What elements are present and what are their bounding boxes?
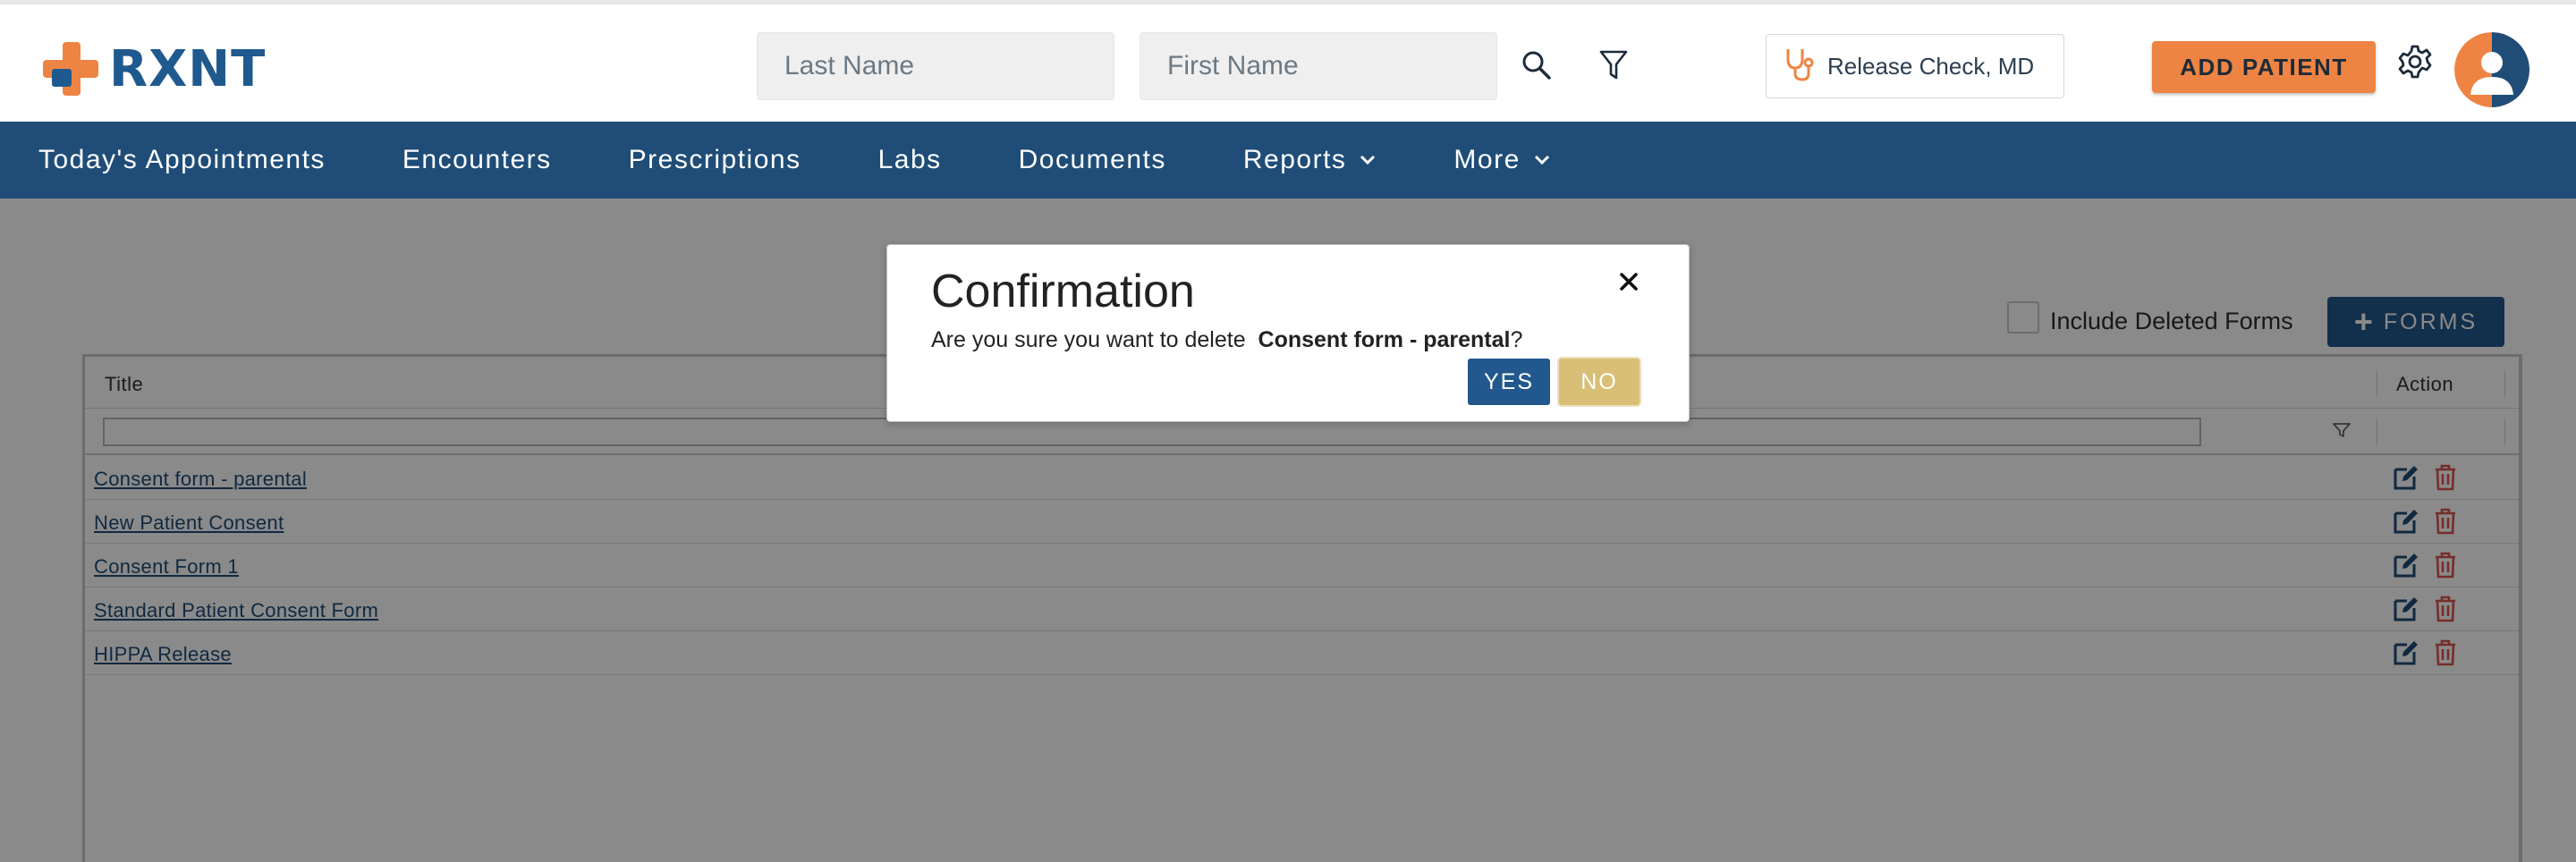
- stethoscope-icon: [1783, 46, 1815, 87]
- dialog-message: Are you sure you want to delete Consent …: [931, 327, 1522, 353]
- chevron-down-icon: [1360, 155, 1376, 165]
- nav-item-todays-appointments[interactable]: Today's Appointments: [38, 145, 326, 175]
- nav-item-documents[interactable]: Documents: [1019, 145, 1166, 175]
- dialog-target-name: Consent form - parental: [1258, 327, 1511, 352]
- first-name-input[interactable]: [1140, 32, 1497, 100]
- provider-selector[interactable]: Release Check, MD: [1766, 34, 2064, 98]
- chevron-down-icon: [1534, 155, 1549, 165]
- no-button[interactable]: NO: [1559, 359, 1640, 405]
- yes-button[interactable]: YES: [1468, 359, 1550, 405]
- gear-icon[interactable]: [2395, 42, 2435, 81]
- app-header: RXNT Release Check, MD ADD PATIENT: [0, 4, 2576, 122]
- nav-item-encounters[interactable]: Encounters: [402, 145, 552, 175]
- confirmation-dialog: Confirmation Are you sure you want to de…: [886, 244, 1690, 422]
- logo-cross-icon: [43, 42, 98, 96]
- close-icon[interactable]: [1614, 266, 1644, 297]
- nav-item-more[interactable]: More: [1453, 145, 1550, 175]
- rxnt-logo[interactable]: RXNT: [41, 37, 266, 101]
- search-icon[interactable]: [1517, 46, 1556, 85]
- nav-item-prescriptions[interactable]: Prescriptions: [629, 145, 801, 175]
- add-patient-button[interactable]: ADD PATIENT: [2152, 41, 2376, 93]
- funnel-icon[interactable]: [1594, 46, 1633, 85]
- nav-item-label: Today's Appointments: [38, 145, 326, 174]
- nav-item-labs[interactable]: Labs: [878, 145, 942, 175]
- nav-item-label: More: [1453, 145, 1521, 174]
- dialog-message-prefix: Are you sure you want to delete: [931, 327, 1246, 352]
- nav-item-label: Encounters: [402, 145, 552, 174]
- dialog-message-suffix: ?: [1510, 327, 1523, 352]
- main-nav: Today's Appointments Encounters Prescrip…: [0, 122, 2576, 199]
- provider-name: Release Check, MD: [1827, 52, 2035, 80]
- last-name-input[interactable]: [757, 32, 1114, 100]
- user-avatar-icon[interactable]: [2454, 32, 2529, 107]
- logo-text: RXNT: [109, 39, 267, 98]
- nav-item-label: Documents: [1018, 145, 1166, 174]
- nav-item-label: Labs: [877, 145, 942, 174]
- nav-item-label: Reports: [1242, 145, 1347, 174]
- dialog-title: Confirmation: [931, 266, 1195, 317]
- nav-item-reports[interactable]: Reports: [1243, 145, 1377, 175]
- nav-item-label: Prescriptions: [628, 145, 801, 174]
